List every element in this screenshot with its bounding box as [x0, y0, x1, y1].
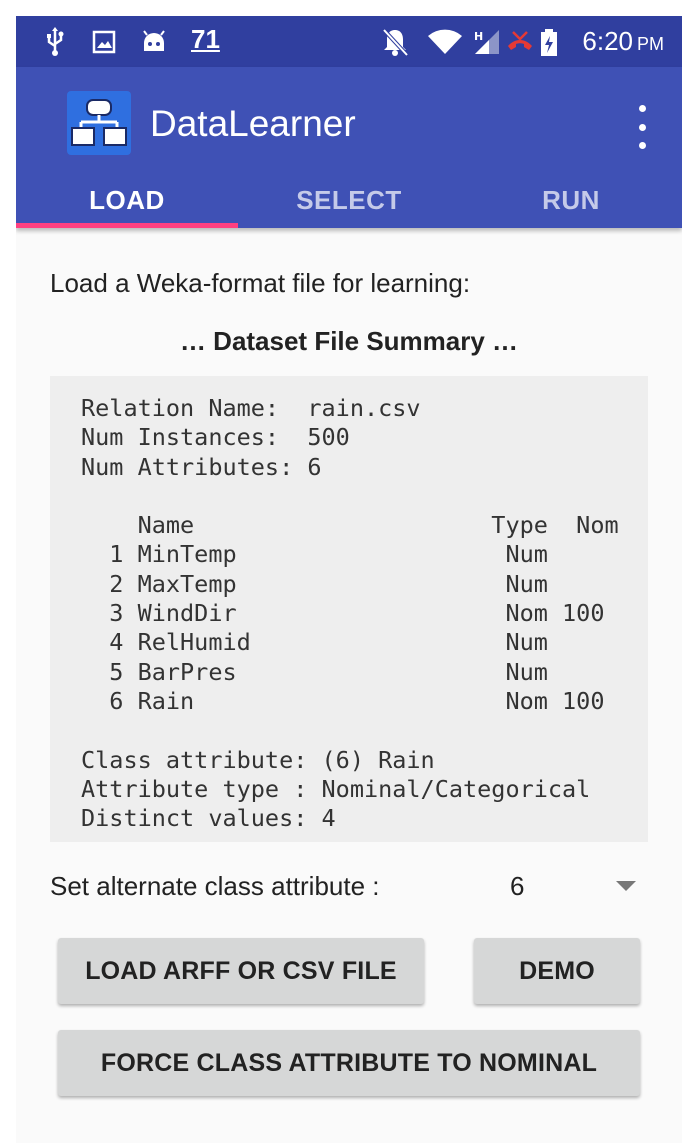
dataset-summary: Relation Name: rain.csv Num Instances: 5… [50, 376, 648, 842]
summary-text: Relation Name: rain.csv Num Instances: 5… [81, 394, 619, 833]
summary-title: … Dataset File Summary … [179, 326, 519, 356]
dropdown-arrow-icon [616, 881, 636, 891]
load-file-button[interactable]: LOAD ARFF OR CSV FILE [58, 938, 424, 1004]
wifi-icon [426, 16, 464, 67]
overflow-menu-icon[interactable] [632, 105, 652, 149]
tab-select[interactable]: SELECT [238, 185, 460, 229]
load-instruction: Load a Weka-format file for learning: [50, 268, 471, 298]
image-icon [90, 16, 118, 67]
clock: 6:20 PM [582, 26, 664, 56]
usb-icon [42, 16, 68, 67]
alt-class-value: 6 [510, 871, 525, 901]
battery-charging-icon [538, 16, 560, 67]
app-title: DataLearner [150, 103, 356, 144]
hierarchy-icon [71, 99, 127, 146]
force-nominal-button[interactable]: FORCE CLASS ATTRIBUTE TO NOMINAL [58, 1030, 640, 1096]
android-icon [140, 16, 168, 67]
bell-off-icon [380, 16, 410, 67]
missed-call-icon [504, 16, 536, 67]
tab-run[interactable]: RUN [460, 185, 682, 229]
signal-icon: H [472, 16, 502, 67]
app-logo [67, 91, 131, 155]
notification-count: 71 [191, 24, 220, 54]
tab-indicator [16, 223, 238, 228]
alt-class-spinner[interactable]: 6 [486, 862, 650, 908]
svg-text:H: H [474, 30, 483, 43]
screen: 71 H 6:20 PM DataLearner LOAD SELECT RUN… [16, 16, 682, 1143]
demo-button[interactable]: DEMO [474, 938, 640, 1004]
alt-class-label: Set alternate class attribute : [50, 871, 380, 901]
app-bar: DataLearner LOAD SELECT RUN [16, 67, 682, 228]
status-bar: 71 H 6:20 PM [16, 16, 682, 67]
